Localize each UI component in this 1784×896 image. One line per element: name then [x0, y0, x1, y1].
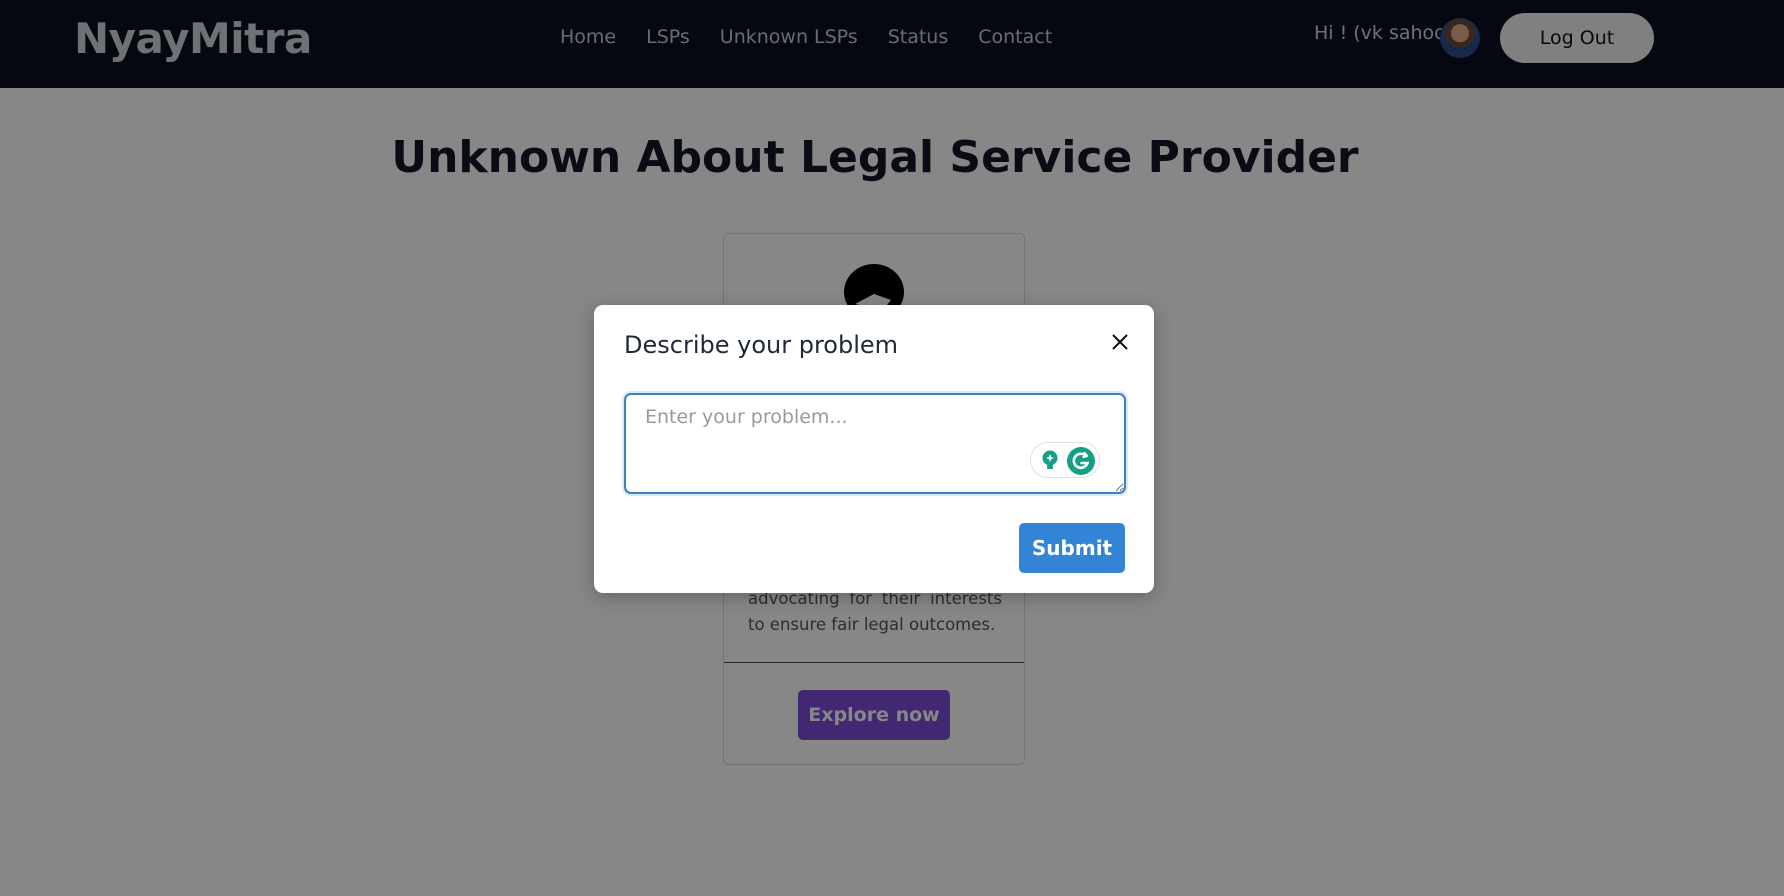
- grammarly-icon: [1067, 447, 1095, 475]
- close-icon: [1112, 333, 1128, 350]
- close-button[interactable]: [1102, 325, 1138, 361]
- problem-modal: Describe your problem Submit: [594, 305, 1154, 593]
- submit-button[interactable]: Submit: [1019, 523, 1125, 573]
- lightbulb-icon: [1042, 450, 1058, 469]
- grammarly-widget[interactable]: [1030, 442, 1100, 478]
- modal-title: Describe your problem: [624, 331, 899, 359]
